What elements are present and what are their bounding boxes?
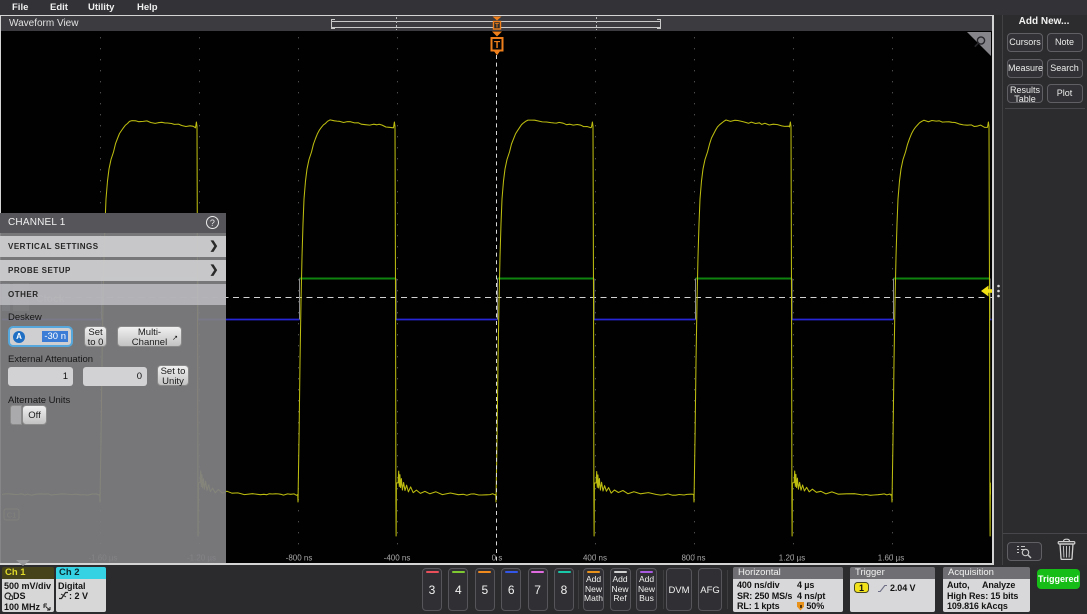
svg-text:1.20 µs: 1.20 µs	[779, 554, 805, 563]
svg-text:-800 ns: -800 ns	[286, 554, 313, 563]
svg-text:T: T	[494, 40, 500, 51]
svg-text:T: T	[495, 23, 499, 30]
svg-text:800 ns: 800 ns	[681, 554, 705, 563]
svg-text:1.60 µs: 1.60 µs	[878, 554, 904, 563]
svg-text:-400 ns: -400 ns	[384, 554, 411, 563]
svg-text:400 ns: 400 ns	[583, 554, 607, 563]
svg-text:0 s: 0 s	[492, 554, 503, 563]
